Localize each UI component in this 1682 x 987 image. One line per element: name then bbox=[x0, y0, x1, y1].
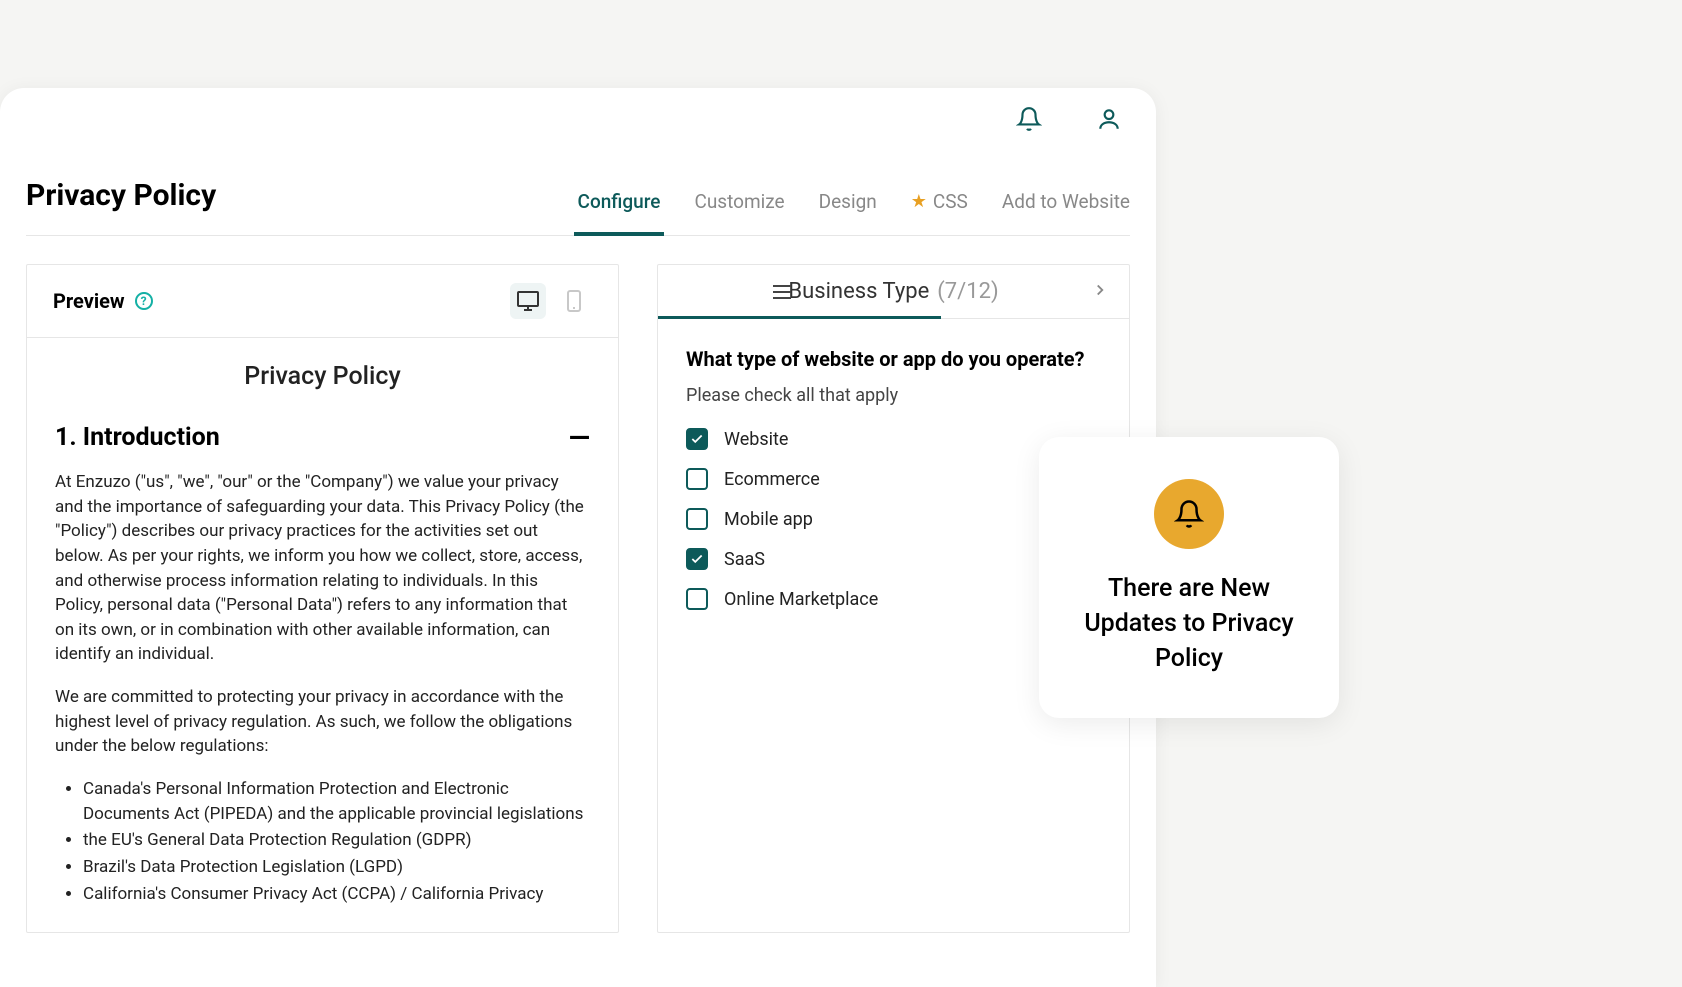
section-header: 1. Introduction — bbox=[55, 423, 590, 452]
bell-icon bbox=[1016, 106, 1042, 132]
page-header: Privacy Policy Configure Customize Desig… bbox=[26, 178, 1130, 236]
policy-bullet: the EU's General Data Protection Regulat… bbox=[83, 828, 590, 853]
tab-css[interactable]: ★ CSS bbox=[911, 190, 968, 235]
policy-paragraph: At Enzuzo ("us", "we", "our" or the "Com… bbox=[55, 470, 590, 667]
content-area: Privacy Policy Configure Customize Desig… bbox=[0, 88, 1156, 933]
config-header[interactable]: Business Type (7/12) bbox=[658, 265, 1129, 319]
checkbox-label: Mobile app bbox=[724, 509, 813, 530]
desktop-view-button[interactable] bbox=[510, 283, 546, 319]
checkbox bbox=[686, 508, 708, 530]
checkbox-label: SaaS bbox=[724, 549, 765, 570]
mobile-view-button[interactable] bbox=[556, 283, 592, 319]
header-actions bbox=[1014, 104, 1124, 134]
notification-icon-wrap bbox=[1154, 479, 1224, 549]
account-button[interactable] bbox=[1094, 104, 1124, 134]
checkbox-label: Online Marketplace bbox=[724, 589, 878, 610]
section-title: 1. Introduction bbox=[55, 423, 220, 452]
notification-card[interactable]: There are New Updates to Privacy Policy bbox=[1039, 437, 1339, 718]
policy-text: At Enzuzo ("us", "we", "our" or the "Com… bbox=[55, 470, 590, 906]
checkbox-label: Website bbox=[724, 429, 788, 450]
tab-bar: Configure Customize Design ★ CSS Add to … bbox=[578, 190, 1130, 235]
checkbox bbox=[686, 548, 708, 570]
tab-css-label: CSS bbox=[933, 190, 968, 213]
tab-add-to-website[interactable]: Add to Website bbox=[1002, 190, 1130, 235]
menu-icon bbox=[773, 285, 791, 299]
policy-paragraph: We are committed to protecting your priv… bbox=[55, 685, 590, 759]
notifications-button[interactable] bbox=[1014, 104, 1044, 134]
checkbox bbox=[686, 428, 708, 450]
policy-bullet: California's Consumer Privacy Act (CCPA)… bbox=[83, 882, 590, 907]
checkbox bbox=[686, 588, 708, 610]
desktop-icon bbox=[516, 290, 540, 312]
preview-panel: Preview ? Privacy Policy bbox=[26, 264, 619, 933]
preview-label: Preview bbox=[53, 289, 125, 313]
preview-header: Preview ? bbox=[27, 265, 618, 338]
preview-content: Privacy Policy 1. Introduction — At Enzu… bbox=[27, 338, 618, 932]
config-question: What type of website or app do you opera… bbox=[686, 347, 1101, 371]
config-progress: (7/12) bbox=[937, 279, 998, 304]
policy-title: Privacy Policy bbox=[55, 362, 590, 391]
check-icon bbox=[690, 552, 704, 566]
check-icon bbox=[690, 432, 704, 446]
next-section-button[interactable] bbox=[1091, 281, 1109, 303]
app-window: Privacy Policy Configure Customize Desig… bbox=[0, 88, 1156, 987]
bell-icon bbox=[1174, 499, 1204, 529]
tab-design[interactable]: Design bbox=[819, 190, 877, 235]
mobile-icon bbox=[566, 289, 582, 313]
tab-customize[interactable]: Customize bbox=[694, 190, 784, 235]
user-icon bbox=[1096, 106, 1122, 132]
config-section-title: Business Type bbox=[788, 279, 929, 304]
page-title: Privacy Policy bbox=[26, 178, 216, 235]
device-toggle bbox=[510, 283, 592, 319]
preview-title-wrap: Preview ? bbox=[53, 289, 153, 313]
chevron-right-icon bbox=[1091, 281, 1109, 299]
tab-configure[interactable]: Configure bbox=[578, 190, 661, 235]
policy-bullet: Canada's Personal Information Protection… bbox=[83, 777, 590, 826]
collapse-button[interactable]: — bbox=[569, 424, 590, 452]
policy-bullet: Brazil's Data Protection Legislation (LG… bbox=[83, 855, 590, 880]
help-icon[interactable]: ? bbox=[135, 292, 153, 310]
notification-text: There are New Updates to Privacy Policy bbox=[1067, 571, 1311, 676]
checkbox bbox=[686, 468, 708, 490]
panels-row: Preview ? Privacy Policy bbox=[26, 264, 1130, 933]
checkbox-item-website[interactable]: Website bbox=[686, 428, 1101, 450]
policy-bullet-list: Canada's Personal Information Protection… bbox=[55, 777, 590, 906]
checkbox-label: Ecommerce bbox=[724, 469, 820, 490]
config-subtitle: Please check all that apply bbox=[686, 385, 1101, 406]
star-icon: ★ bbox=[911, 191, 927, 212]
